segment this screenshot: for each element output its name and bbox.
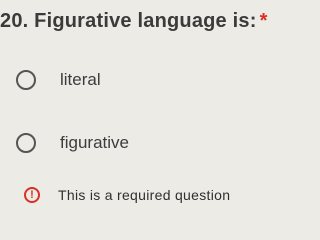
- required-asterisk: *: [259, 10, 268, 32]
- radio-button-literal[interactable]: [16, 70, 36, 90]
- exclamation-circle-icon: !: [24, 187, 40, 203]
- option-literal[interactable]: literal: [16, 70, 101, 90]
- radio-button-figurative[interactable]: [16, 133, 36, 153]
- option-label-figurative: figurative: [60, 133, 129, 152]
- option-figurative[interactable]: figurative: [16, 133, 129, 153]
- option-label-literal: literal: [60, 70, 101, 89]
- question-title: 20. Figurative language is: *: [0, 10, 268, 33]
- error-text: This is a required question: [58, 187, 231, 203]
- required-error-message: ! This is a required question: [24, 187, 230, 203]
- question-text: 20. Figurative language is:: [0, 10, 257, 32]
